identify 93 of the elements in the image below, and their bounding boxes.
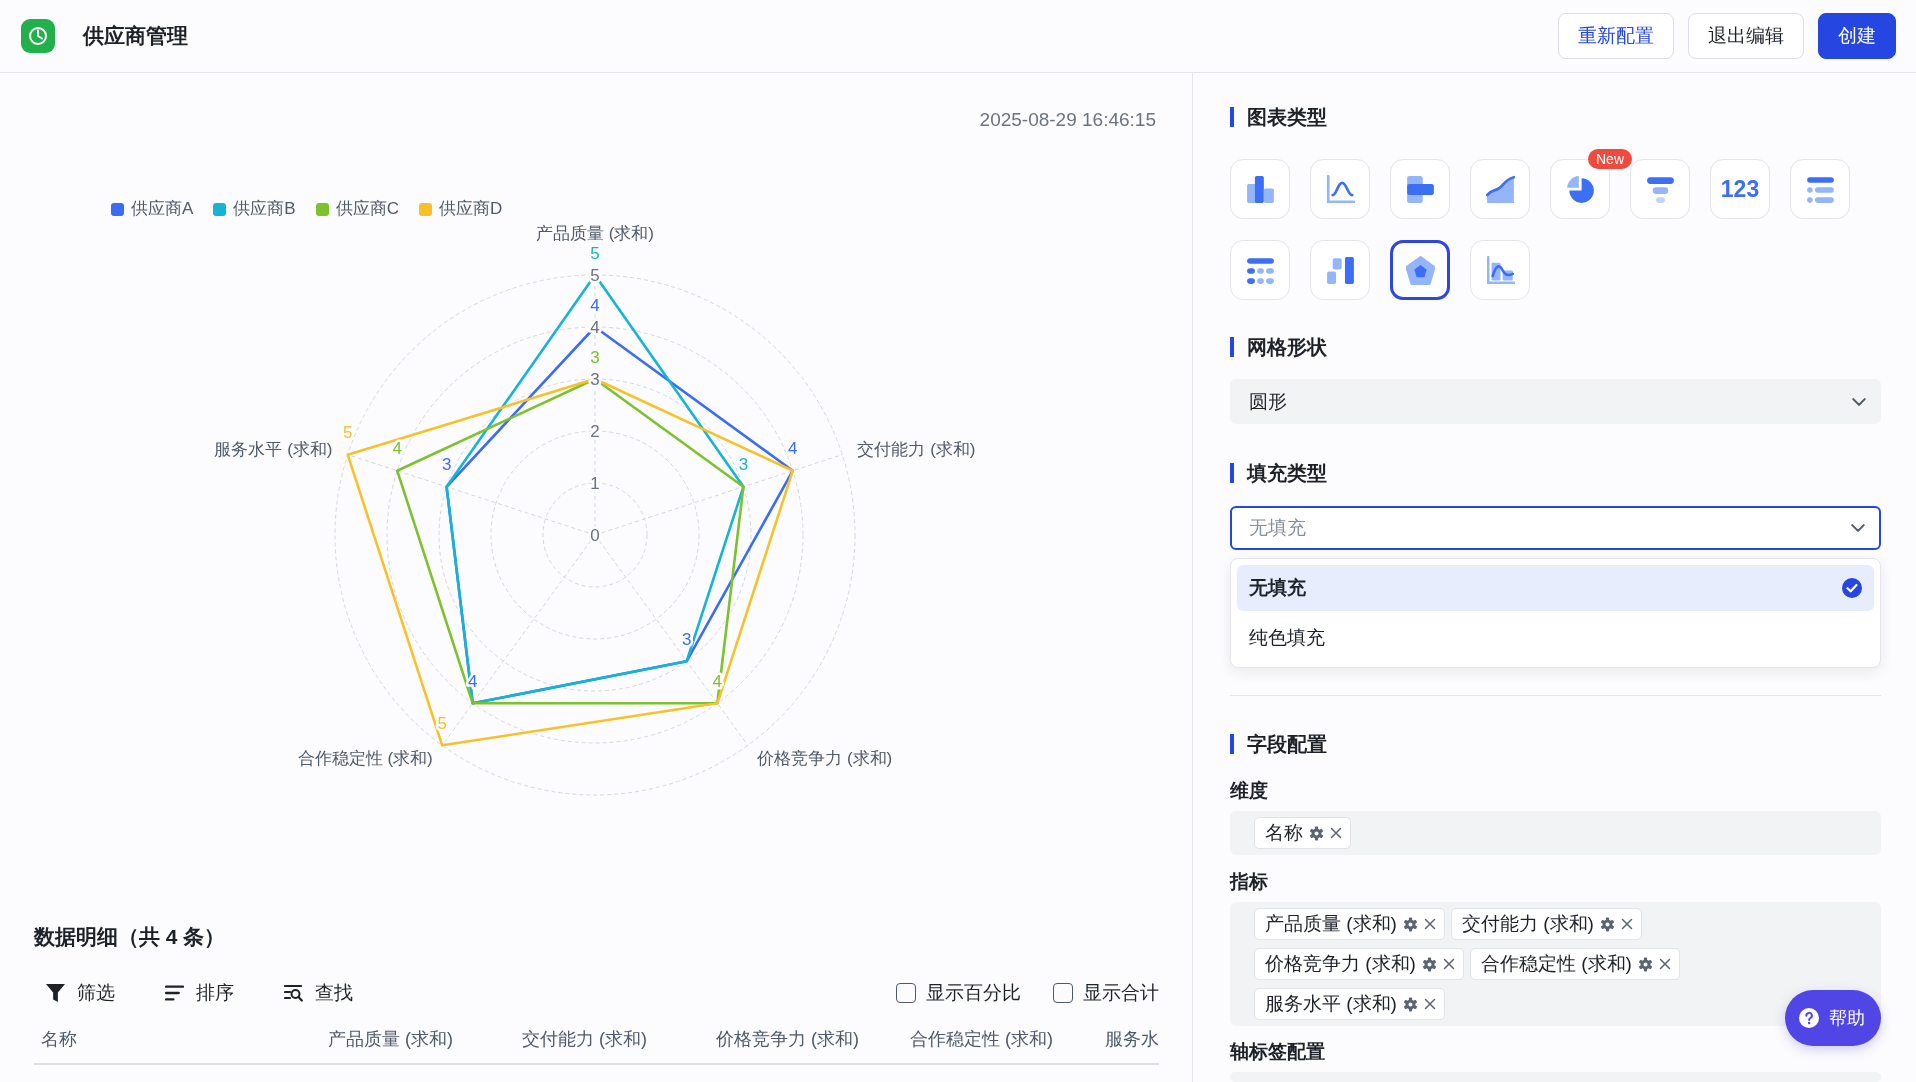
- close-icon[interactable]: [1330, 827, 1342, 839]
- pie-chart-icon: [1565, 174, 1595, 204]
- clock-icon: [21, 19, 55, 53]
- gear-icon[interactable]: [1402, 916, 1418, 932]
- radar-chart-icon: [1405, 255, 1435, 285]
- help-icon: [1799, 1008, 1819, 1028]
- data-label: 5: [437, 713, 447, 733]
- reconfigure-button[interactable]: 重新配置: [1558, 13, 1674, 59]
- field-tag[interactable]: 服务水平 (求和): [1254, 988, 1445, 1020]
- toolbar-button[interactable]: 排序: [165, 980, 234, 1006]
- field-tag[interactable]: 价格竞争力 (求和): [1254, 948, 1464, 980]
- list-icon: [1805, 174, 1835, 204]
- close-icon[interactable]: [1620, 918, 1633, 930]
- field-label: 轴标签配置: [1230, 1040, 1326, 1064]
- toolbar-button[interactable]: 查找: [284, 980, 353, 1006]
- column-header: 合作稳定性 (求和): [910, 1028, 1053, 1051]
- axis-label: 产品质量 (求和): [536, 223, 654, 243]
- data-label: 3: [738, 455, 749, 475]
- legend-item[interactable]: 供应商B: [213, 197, 296, 221]
- sort-icon: [165, 984, 184, 1002]
- combo-chart-icon: [1485, 255, 1515, 285]
- axis-label: 合作稳定性 (求和): [297, 748, 433, 768]
- line-chart-icon: [1325, 174, 1355, 204]
- funnel-chart-icon: [1645, 174, 1675, 204]
- axis-tick-label: 2: [590, 421, 600, 441]
- checkbox[interactable]: [896, 983, 916, 1003]
- data-label: 5: [590, 243, 600, 263]
- column-header: 价格竞争力 (求和): [716, 1028, 859, 1051]
- gear-icon[interactable]: [1309, 825, 1324, 841]
- chart-type-button[interactable]: [1390, 240, 1450, 300]
- search-icon: [284, 984, 303, 1002]
- filter-icon: [46, 984, 65, 1002]
- legend-item[interactable]: 供应商D: [418, 197, 503, 221]
- checkbox-label[interactable]: 显示合计: [1083, 980, 1159, 1006]
- chart-type-button[interactable]: 123: [1710, 159, 1770, 219]
- axis-tick-label: 0: [590, 525, 600, 545]
- data-label: 4: [590, 295, 600, 315]
- check-circle-icon: [1842, 578, 1862, 598]
- section-title: 填充类型: [1230, 463, 1881, 483]
- help-button[interactable]: 帮助: [1785, 990, 1881, 1046]
- data-label: 4: [788, 439, 798, 459]
- field-tag[interactable]: 合作稳定性 (求和): [1469, 948, 1680, 980]
- axis-tick-label: 1: [590, 473, 600, 493]
- section-heading: 数据明细（共 4 条）: [34, 924, 227, 950]
- column-header: 服务水: [1105, 1028, 1159, 1051]
- new-badge: New: [1588, 149, 1632, 169]
- legend-item[interactable]: 供应商C: [315, 197, 399, 221]
- column-header: 产品质量 (求和): [328, 1028, 453, 1051]
- field-label: 指标: [1230, 870, 1269, 894]
- data-label: 5: [343, 423, 353, 443]
- field-tag[interactable]: 交付能力 (求和): [1450, 908, 1642, 940]
- data-label: 3: [590, 347, 600, 367]
- page-title: 供应商管理: [83, 23, 188, 49]
- column-header: 名称: [41, 1028, 77, 1051]
- checkbox[interactable]: [1053, 983, 1073, 1003]
- chevron-down-icon: [1852, 397, 1866, 406]
- table-icon: [1245, 255, 1275, 285]
- axis-label: 价格竞争力 (求和): [757, 748, 893, 768]
- area-chart-icon: [1485, 174, 1515, 204]
- gear-icon[interactable]: [1402, 996, 1418, 1012]
- waterfall-chart-icon: [1325, 255, 1355, 285]
- checkbox-label[interactable]: 显示百分比: [926, 980, 1021, 1006]
- dropdown-option[interactable]: 纯色填充: [1237, 615, 1874, 661]
- data-label: 4: [392, 439, 402, 459]
- close-icon[interactable]: [1658, 958, 1671, 970]
- exit-edit-button[interactable]: 退出编辑: [1688, 13, 1804, 59]
- data-label: 3: [441, 455, 452, 475]
- close-icon[interactable]: [1423, 998, 1436, 1010]
- legend-item[interactable]: 供应商A: [111, 197, 194, 221]
- select-field[interactable]: 圆形: [1230, 379, 1881, 424]
- section-title: 图表类型: [1230, 107, 1881, 127]
- close-icon[interactable]: [1423, 918, 1436, 930]
- axis-label: 交付能力 (求和): [857, 440, 976, 460]
- field-tag[interactable]: 名称: [1254, 817, 1351, 849]
- toolbar-button[interactable]: 筛选: [46, 980, 115, 1006]
- gear-icon[interactable]: [1599, 916, 1615, 932]
- section-title: 字段配置: [1230, 734, 1881, 754]
- column-header: 交付能力 (求和): [522, 1028, 647, 1051]
- column-chart-icon: [1245, 174, 1275, 204]
- data-label: 3: [681, 629, 692, 649]
- field-tag[interactable]: 产品质量 (求和): [1254, 908, 1445, 940]
- section-title: 网格形状: [1230, 337, 1881, 357]
- timestamp: 2025-08-29 16:46:15: [979, 108, 1156, 132]
- gear-icon[interactable]: [1421, 956, 1437, 972]
- bar-chart-icon: [1405, 174, 1435, 204]
- dropdown-option[interactable]: 无填充: [1237, 565, 1874, 611]
- field-label: 维度: [1230, 779, 1269, 803]
- close-icon[interactable]: [1442, 958, 1455, 970]
- drop-zone[interactable]: 名称: [1230, 811, 1881, 855]
- create-button[interactable]: 创建: [1818, 13, 1896, 59]
- chevron-down-icon: [1851, 524, 1865, 532]
- gear-icon[interactable]: [1637, 956, 1653, 972]
- axis-label: 服务水平 (求和): [214, 440, 333, 460]
